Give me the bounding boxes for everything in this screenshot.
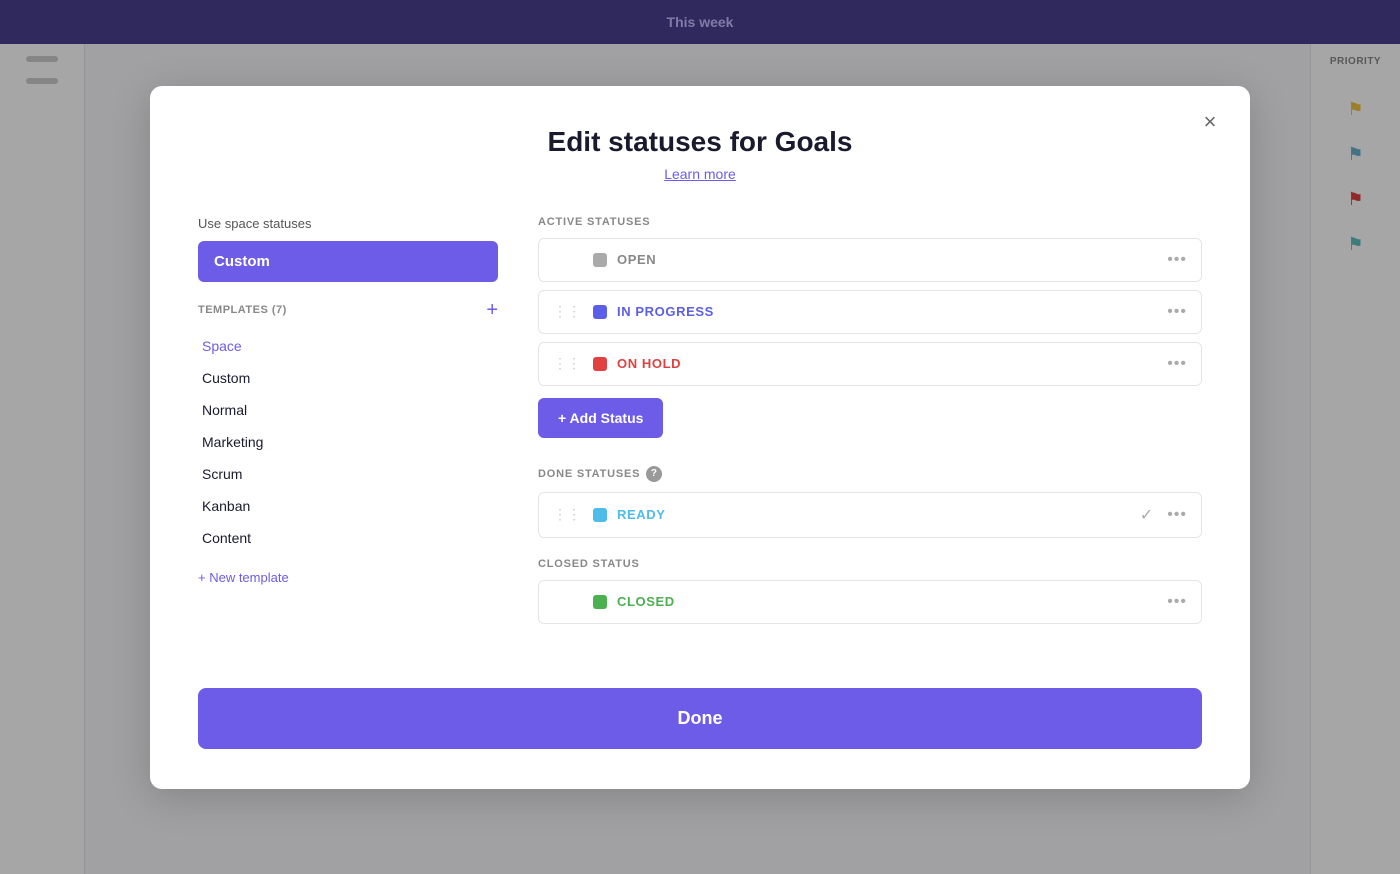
learn-more-link[interactable]: Learn more [664,166,736,182]
templates-label: TEMPLATES (7) [198,304,287,316]
status-name-on-hold: ON HOLD [617,356,1157,371]
status-check-ready: ✓ [1140,505,1153,525]
drag-handle-on-hold[interactable]: ⋮⋮ [553,355,581,372]
right-panel: ACTIVE STATUSES ⋮⋮ OPEN ••• ⋮⋮ IN PROGRE… [538,216,1202,656]
status-row-on-hold: ⋮⋮ ON HOLD ••• [538,342,1202,386]
status-name-ready: READY [617,507,1130,522]
status-name-closed: CLOSED [617,594,1157,609]
status-menu-open[interactable]: ••• [1167,251,1187,269]
add-status-button[interactable]: + Add Status [538,398,663,438]
template-item-custom[interactable]: Custom [198,362,498,394]
done-help-icon[interactable]: ? [646,466,662,482]
status-dot-on-hold [593,357,607,371]
status-name-in-progress: IN PROGRESS [617,304,1157,319]
templates-add-icon[interactable]: + [486,300,498,320]
closed-section: CLOSED STATUS ⋮⋮ CLOSED ••• [538,558,1202,624]
left-panel: Use space statuses Custom TEMPLATES (7) … [198,216,498,656]
dialog-body: Use space statuses Custom TEMPLATES (7) … [198,216,1202,656]
active-statuses-label: ACTIVE STATUSES [538,216,1202,228]
status-name-open: OPEN [617,252,1157,267]
done-statuses-label: DONE STATUSES ? [538,466,1202,482]
status-row-open: ⋮⋮ OPEN ••• [538,238,1202,282]
drag-handle-in-progress[interactable]: ⋮⋮ [553,303,581,320]
templates-header: TEMPLATES (7) + [198,300,498,320]
template-list: Space Custom Normal Marketing Scrum Kanb… [198,330,498,554]
status-dot-in-progress [593,305,607,319]
dialog-title: Edit statuses for Goals [198,126,1202,158]
status-menu-ready[interactable]: ••• [1167,506,1187,524]
status-dot-ready [593,508,607,522]
new-template-link[interactable]: + New template [198,570,498,585]
status-dot-open [593,253,607,267]
template-item-space[interactable]: Space [198,330,498,362]
dialog-footer: Done [198,688,1202,749]
dialog-header: Edit statuses for Goals Learn more [198,126,1202,184]
done-button[interactable]: Done [198,688,1202,749]
closed-status-label: CLOSED STATUS [538,558,1202,570]
use-space-label: Use space statuses [198,216,498,231]
template-item-content[interactable]: Content [198,522,498,554]
drag-handle-ready[interactable]: ⋮⋮ [553,506,581,523]
custom-button[interactable]: Custom [198,241,498,282]
modal-overlay: Edit statuses for Goals Learn more × Use… [0,0,1400,874]
status-row-in-progress: ⋮⋮ IN PROGRESS ••• [538,290,1202,334]
template-item-scrum[interactable]: Scrum [198,458,498,490]
template-item-normal[interactable]: Normal [198,394,498,426]
dialog: Edit statuses for Goals Learn more × Use… [150,86,1250,789]
template-item-kanban[interactable]: Kanban [198,490,498,522]
status-dot-closed [593,595,607,609]
close-button[interactable]: × [1194,106,1226,138]
status-menu-on-hold[interactable]: ••• [1167,355,1187,373]
template-item-marketing[interactable]: Marketing [198,426,498,458]
status-menu-closed[interactable]: ••• [1167,593,1187,611]
status-menu-in-progress[interactable]: ••• [1167,303,1187,321]
status-row-closed: ⋮⋮ CLOSED ••• [538,580,1202,624]
status-row-ready: ⋮⋮ READY ✓ ••• [538,492,1202,538]
